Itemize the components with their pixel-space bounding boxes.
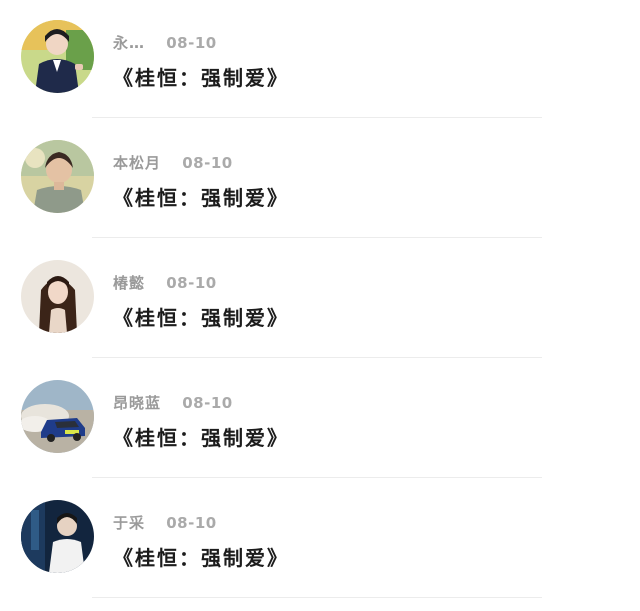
- comment-text: 《桂恒：强制爱》: [113, 546, 289, 570]
- comment-meta: 昂晓蓝 08-10: [113, 392, 233, 413]
- comment-item[interactable]: 椿懿 08-10 《桂恒：强制爱》: [0, 240, 640, 360]
- user-avatar-icon[interactable]: [21, 140, 94, 213]
- username[interactable]: 本松月: [113, 154, 161, 172]
- comment-date: 08-10: [166, 274, 217, 292]
- comment-meta: 本松月 08-10: [113, 152, 233, 173]
- user-avatar-icon[interactable]: [21, 20, 94, 93]
- comment-meta: 椿懿 08-10: [113, 272, 217, 293]
- user-avatar-icon[interactable]: [21, 260, 94, 333]
- comment-text: 《桂恒：强制爱》: [113, 66, 289, 90]
- divider: [92, 357, 542, 358]
- comment-meta: 于采 08-10: [113, 512, 217, 533]
- comment-meta: 永… 08-10: [113, 32, 217, 53]
- user-avatar-icon[interactable]: [21, 380, 94, 453]
- divider: [92, 477, 542, 478]
- username[interactable]: 永…: [113, 34, 145, 52]
- comment-text: 《桂恒：强制爱》: [113, 186, 289, 210]
- username[interactable]: 于采: [113, 514, 145, 532]
- comment-item[interactable]: 于采 08-10 《桂恒：强制爱》: [0, 480, 640, 600]
- comment-list: 永… 08-10 《桂恒：强制爱》 本松月 08-10 《桂恒：强制爱》 椿懿 …: [0, 0, 640, 600]
- user-avatar-icon[interactable]: [21, 500, 94, 573]
- username[interactable]: 昂晓蓝: [113, 394, 161, 412]
- comment-item[interactable]: 昂晓蓝 08-10 《桂恒：强制爱》: [0, 360, 640, 480]
- divider: [92, 237, 542, 238]
- comment-date: 08-10: [182, 154, 233, 172]
- comment-item[interactable]: 本松月 08-10 《桂恒：强制爱》: [0, 120, 640, 240]
- comment-date: 08-10: [166, 514, 217, 532]
- divider: [92, 117, 542, 118]
- comment-date: 08-10: [182, 394, 233, 412]
- comment-date: 08-10: [166, 34, 217, 52]
- comment-text: 《桂恒：强制爱》: [113, 306, 289, 330]
- divider: [92, 597, 542, 598]
- comment-item[interactable]: 永… 08-10 《桂恒：强制爱》: [0, 0, 640, 120]
- comment-text: 《桂恒：强制爱》: [113, 426, 289, 450]
- username[interactable]: 椿懿: [113, 274, 145, 292]
